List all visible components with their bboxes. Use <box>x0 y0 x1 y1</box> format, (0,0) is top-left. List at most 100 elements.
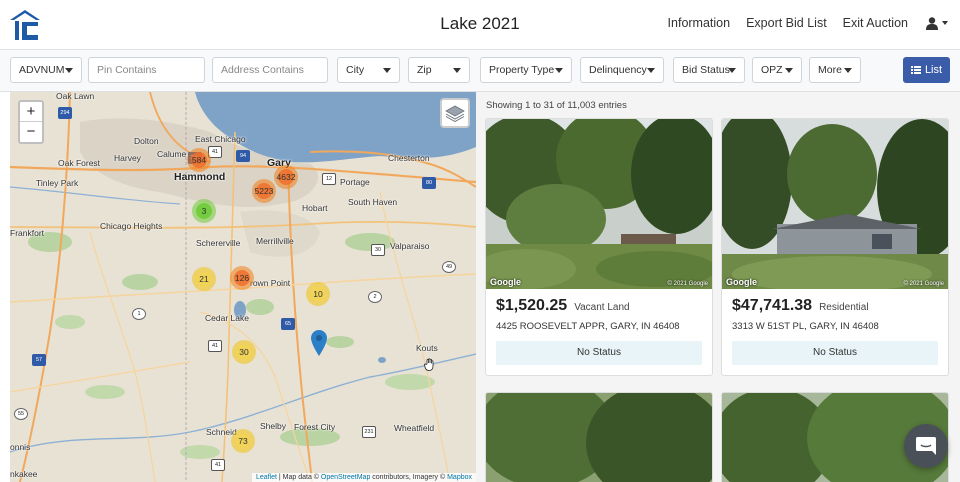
place-label: Chicago Heights <box>100 221 163 231</box>
pin-placeholder: Pin Contains <box>97 64 157 76</box>
property-pin-icon[interactable] <box>311 330 327 356</box>
state-route-shield-icon: 2 <box>368 291 382 303</box>
place-label: Portage <box>340 177 370 187</box>
place-label: onnis <box>10 442 31 452</box>
delinquency-select[interactable]: Delinquency <box>580 57 664 83</box>
layers-icon <box>445 105 465 122</box>
property-cluster-marker[interactable]: 10 <box>306 282 330 306</box>
more-label: More <box>818 64 842 76</box>
property-card[interactable]: Google © 2021 Google $1,520.25 Vacant La… <box>485 118 713 376</box>
place-label: Chesterton <box>388 153 430 163</box>
cluster-count: 10 <box>309 285 327 303</box>
state-route-shield-icon: 49 <box>442 261 456 273</box>
cluster-count: 5223 <box>255 182 273 200</box>
opz-select[interactable]: OPZ <box>752 57 802 83</box>
caret-icon <box>555 68 563 73</box>
caret-icon <box>728 68 736 73</box>
place-label: nkakee <box>10 469 38 479</box>
property-cluster-marker[interactable]: 21 <box>192 267 216 291</box>
leaflet-link[interactable]: Leaflet <box>256 474 277 481</box>
more-filters-select[interactable]: More <box>809 57 861 83</box>
property-price: $47,741.38 <box>732 297 813 314</box>
address-search-input[interactable]: Address Contains <box>212 57 328 83</box>
advnum-select[interactable]: ADVNUM <box>10 57 82 83</box>
property-cluster-marker[interactable]: 584 <box>187 148 211 172</box>
property-map[interactable]: + − Oak Lawn Dolton East Chicago Oak For… <box>10 92 476 482</box>
place-label: Frankfort <box>10 228 45 238</box>
zoom-in-button[interactable]: + <box>20 102 42 122</box>
delinquency-label: Delinquency <box>589 64 647 76</box>
chat-bubble-icon <box>916 437 936 455</box>
state-route-shield-icon: 1 <box>132 308 146 320</box>
user-icon <box>926 16 938 30</box>
place-label: Merrillville <box>256 236 294 246</box>
place-label: Oak Forest <box>58 158 101 168</box>
nav-links: Information Export Bid List Exit Auction <box>668 16 948 30</box>
property-address: 4425 ROOSEVELT APPR, GARY, IN 46408 <box>496 321 680 332</box>
property-type-select[interactable]: Property Type <box>480 57 572 83</box>
property-cluster-marker[interactable]: 30 <box>232 340 256 364</box>
place-label: Forest City <box>294 422 336 432</box>
zip-label: Zip <box>417 64 432 76</box>
cluster-count: 3 <box>195 202 213 220</box>
image-copyright: © 2021 Google <box>667 281 708 287</box>
place-label: Schererville <box>196 238 241 248</box>
interstate-shield-icon: 65 <box>281 318 295 330</box>
property-type: Residential <box>819 302 869 313</box>
export-bid-list-link[interactable]: Export Bid List <box>746 16 827 30</box>
caret-icon <box>383 68 391 73</box>
zoom-control: + − <box>18 100 44 144</box>
user-menu[interactable] <box>926 16 948 30</box>
address-placeholder: Address Contains <box>221 64 304 76</box>
place-label: Dolton <box>134 136 159 146</box>
property-cluster-marker[interactable]: 3 <box>192 199 216 223</box>
filter-bar: ADVNUM Pin Contains Address Contains Cit… <box>0 50 960 92</box>
mapbox-link[interactable]: Mapbox <box>447 474 472 481</box>
us-route-shield-icon: 231 <box>362 426 376 438</box>
bid-status-badge: No Status <box>496 341 702 365</box>
property-cluster-marker[interactable]: 126 <box>230 266 254 290</box>
layers-button[interactable] <box>440 98 470 128</box>
street-view-image <box>486 393 712 482</box>
cluster-count: 126 <box>233 269 251 287</box>
property-cluster-marker[interactable]: 73 <box>231 429 255 453</box>
chevron-down-icon <box>942 21 948 25</box>
information-link[interactable]: Information <box>668 16 731 30</box>
street-view-photo: Google © 2021 Google <box>722 119 948 289</box>
top-navbar: Lake 2021 Information Export Bid List Ex… <box>0 0 960 50</box>
pin-search-input[interactable]: Pin Contains <box>88 57 205 83</box>
listings-panel: Showing 1 to 31 of 11,003 entries Google… <box>476 92 960 482</box>
zoom-out-button[interactable]: − <box>20 122 42 142</box>
bid-status-badge: No Status <box>732 341 938 365</box>
interstate-shield-icon: 80 <box>422 177 436 189</box>
property-cluster-marker[interactable]: 5223 <box>252 179 276 203</box>
interstate-shield-icon: 57 <box>32 354 46 366</box>
place-label: Hammond <box>174 171 226 183</box>
street-view-image <box>722 119 948 289</box>
interstate-shield-icon: 294 <box>58 107 72 119</box>
osm-link[interactable]: OpenStreetMap <box>321 474 370 481</box>
property-card[interactable]: Google © 2021 Google $47,741.38 Resident… <box>721 118 949 376</box>
advnum-label: ADVNUM <box>19 64 65 76</box>
place-label: Calume <box>157 149 187 159</box>
state-route-shield-icon: 55 <box>14 408 28 420</box>
google-watermark: Google <box>726 277 757 287</box>
property-cluster-marker[interactable]: 4632 <box>274 165 298 189</box>
county-logo-icon[interactable] <box>8 8 42 42</box>
bid-status-select[interactable]: Bid Status <box>673 57 745 83</box>
map-attribution: Leaflet | Map data © OpenStreetMap contr… <box>251 473 476 482</box>
exit-auction-link[interactable]: Exit Auction <box>843 16 908 30</box>
place-label: Harvey <box>114 153 141 163</box>
cluster-count: 73 <box>234 432 252 450</box>
caret-icon <box>647 68 655 73</box>
chat-button[interactable] <box>904 424 948 468</box>
city-select[interactable]: City <box>337 57 400 83</box>
interstate-shield-icon: 94 <box>236 150 250 162</box>
zip-select[interactable]: Zip <box>408 57 470 83</box>
cluster-count: 30 <box>235 343 253 361</box>
us-route-shield-icon: 12 <box>322 173 336 185</box>
place-label: Valparaiso <box>390 241 430 251</box>
bid-status-label: Bid Status <box>682 64 730 76</box>
property-card[interactable] <box>485 392 713 482</box>
list-view-button[interactable]: List <box>903 57 950 83</box>
